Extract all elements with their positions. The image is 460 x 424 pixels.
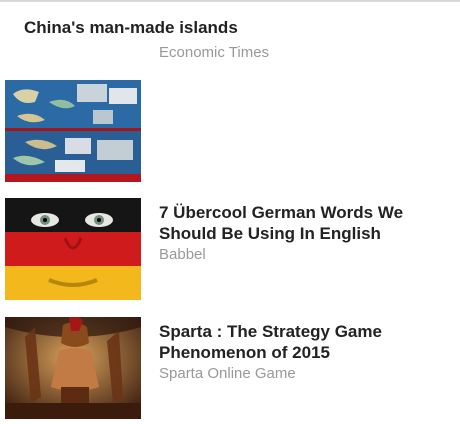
news-card-islands[interactable] (5, 80, 455, 182)
news-card-german-words[interactable]: 7 Übercool German Words We Should Be Usi… (5, 198, 455, 300)
headline-sparta[interactable]: Sparta : The Strategy Game Phenomenon of… (159, 321, 449, 363)
headline-german-words[interactable]: 7 Übercool German Words We Should Be Usi… (159, 202, 449, 244)
source-sparta-online-game[interactable]: Sparta Online Game (159, 364, 449, 384)
islands-thumbnail[interactable] (5, 80, 141, 182)
sparta-warrior-thumbnail[interactable] (5, 317, 141, 419)
source-economic-times[interactable]: Economic Times (159, 44, 269, 62)
german-flag-face-thumbnail[interactable] (5, 198, 141, 300)
headline-china-islands[interactable]: China's man-made islands (24, 18, 238, 38)
source-babbel[interactable]: Babbel (159, 245, 449, 265)
card-text-german-words: 7 Übercool German Words We Should Be Usi… (159, 198, 449, 265)
news-card-sparta[interactable]: Sparta : The Strategy Game Phenomenon of… (5, 317, 455, 419)
card-text-sparta: Sparta : The Strategy Game Phenomenon of… (159, 317, 449, 384)
top-divider (0, 0, 460, 2)
